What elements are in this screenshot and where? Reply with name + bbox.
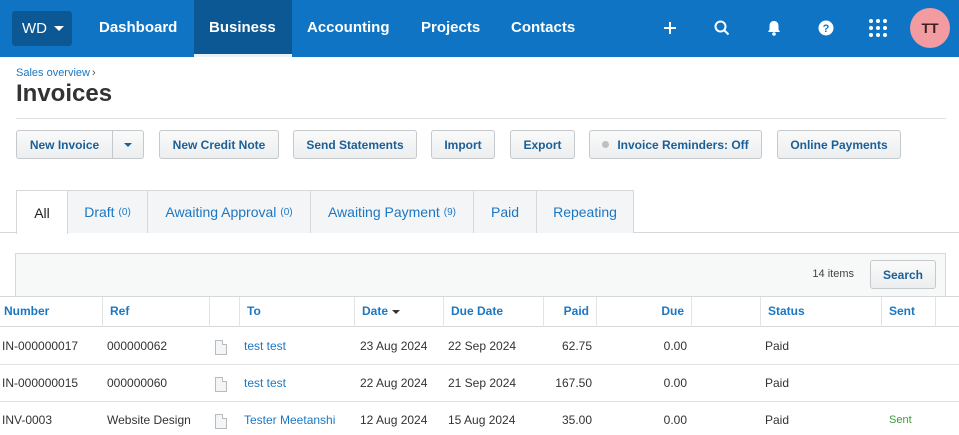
bell-icon[interactable] [760,14,788,42]
cell-status: Paid [765,376,790,390]
cell-due-date: 15 Aug 2024 [448,413,516,427]
tab-awaiting-payment[interactable]: Awaiting Payment (9) [310,190,474,233]
apps-grid-icon[interactable] [864,14,892,42]
invoice-reminders-button[interactable]: Invoice Reminders: Off [589,130,762,159]
plus-icon[interactable] [656,14,684,42]
cell-sent: Sent [889,414,912,426]
cell-ref[interactable]: 000000060 [100,365,167,401]
document-icon[interactable] [215,340,227,355]
search-button[interactable]: Search [870,260,936,289]
tab-draft[interactable]: Draft (0) [67,190,148,233]
invoice-reminders-label: Invoice Reminders: Off [617,137,749,152]
column-status[interactable]: Status [760,297,881,327]
cell-number[interactable]: INV-0003 [2,402,52,435]
cell-date: 12 Aug 2024 [360,413,428,427]
help-icon[interactable]: ? [812,14,840,42]
cell-due: 0.00 [663,376,687,390]
export-button[interactable]: Export [510,130,575,159]
nav-accounting[interactable]: Accounting [307,0,390,57]
cell-paid: 35.00 [561,413,592,427]
top-nav-bar: WD Dashboard Business Accounting Project… [0,0,959,57]
tab-label: Awaiting Approval [165,204,277,220]
nav-projects[interactable]: Projects [421,0,480,57]
header-divider [16,118,946,119]
sort-desc-icon [392,309,401,314]
cell-to[interactable]: test test [237,328,286,364]
column-attachment [209,297,239,327]
svg-text:?: ? [823,23,830,35]
tab-count: (0) [280,206,293,218]
cell-number[interactable]: IN-000000017 [2,328,78,364]
tab-paid[interactable]: Paid [473,190,537,233]
breadcrumb-separator: › [91,67,96,79]
cell-ref[interactable]: Website Design [100,402,191,435]
tab-count: (0) [118,206,131,218]
table-row[interactable]: IN-000000015 000000060 test test 22 Aug … [0,365,959,402]
items-count: 14 items [812,268,854,280]
column-date[interactable]: Date [354,297,443,327]
document-icon[interactable] [215,377,227,392]
cell-due-date: 22 Sep 2024 [448,339,517,353]
column-paid[interactable]: Paid [543,297,596,327]
cell-date: 23 Aug 2024 [360,339,428,353]
import-button[interactable]: Import [431,130,495,159]
column-spacer [691,297,760,327]
cell-ref[interactable]: 000000062 [100,328,167,364]
nav-business[interactable]: Business [194,0,292,57]
column-end [935,297,959,327]
cell-status: Paid [765,339,790,353]
tab-count: (9) [443,206,457,218]
tab-label: Paid [490,204,520,220]
nav-dashboard[interactable]: Dashboard [99,0,177,57]
column-due-date[interactable]: Due Date [443,297,543,327]
breadcrumb-sales-overview[interactable]: Sales overview [16,67,90,79]
table-row[interactable]: INV-0003 Website Design Tester Meetanshi… [0,402,959,435]
tab-all[interactable]: All [16,190,68,234]
nav-contacts[interactable]: Contacts [511,0,575,57]
cell-sent [882,328,889,364]
table-row[interactable]: IN-000000017 000000062 test test 23 Aug … [0,328,959,365]
send-statements-button[interactable]: Send Statements [293,130,417,159]
chevron-down-icon [54,26,64,31]
search-icon[interactable] [708,14,736,42]
status-dot-icon [602,141,610,148]
cell-status: Paid [765,413,790,427]
tab-label: Repeating [553,204,617,220]
column-to[interactable]: To [239,297,354,327]
page-title: Invoices [16,80,113,107]
new-credit-note-button[interactable]: New Credit Note [159,130,279,159]
column-sent[interactable]: Sent [881,297,935,327]
online-payments-button[interactable]: Online Payments [777,130,901,159]
column-date-label: Date [362,304,389,318]
column-due[interactable]: Due [596,297,691,327]
cell-number[interactable]: IN-000000015 [2,365,78,401]
cell-paid: 62.75 [561,339,592,353]
column-ref[interactable]: Ref [102,297,209,327]
column-number[interactable]: Number [0,297,103,327]
search-panel: 14 items Search [15,253,946,297]
org-label: WD [22,20,47,37]
tab-awaiting-approval[interactable]: Awaiting Approval (0) [147,190,311,233]
cell-due: 0.00 [663,339,687,353]
org-switcher-button[interactable]: WD [12,11,72,46]
tab-label: All [34,204,50,221]
tab-label: Awaiting Payment [327,204,440,220]
tab-label: Draft [84,204,115,220]
new-invoice-button[interactable]: New Invoice [16,130,113,159]
cell-date: 22 Aug 2024 [360,376,428,390]
cell-to[interactable]: test test [237,365,286,401]
chevron-down-icon [124,142,132,147]
cell-to[interactable]: Tester Meetanshi [237,402,335,435]
new-invoice-dropdown-button[interactable] [112,130,144,159]
tab-repeating[interactable]: Repeating [536,190,634,233]
breadcrumb: Sales overview › [16,67,96,79]
cell-sent [882,365,889,401]
avatar[interactable]: TT [910,8,950,48]
document-icon[interactable] [215,414,227,429]
table-header: Number Ref To Date Due Date Paid Due Sta… [0,296,959,327]
cell-due: 0.00 [663,413,687,427]
cell-due-date: 21 Sep 2024 [448,376,517,390]
cell-paid: 167.50 [555,376,592,390]
